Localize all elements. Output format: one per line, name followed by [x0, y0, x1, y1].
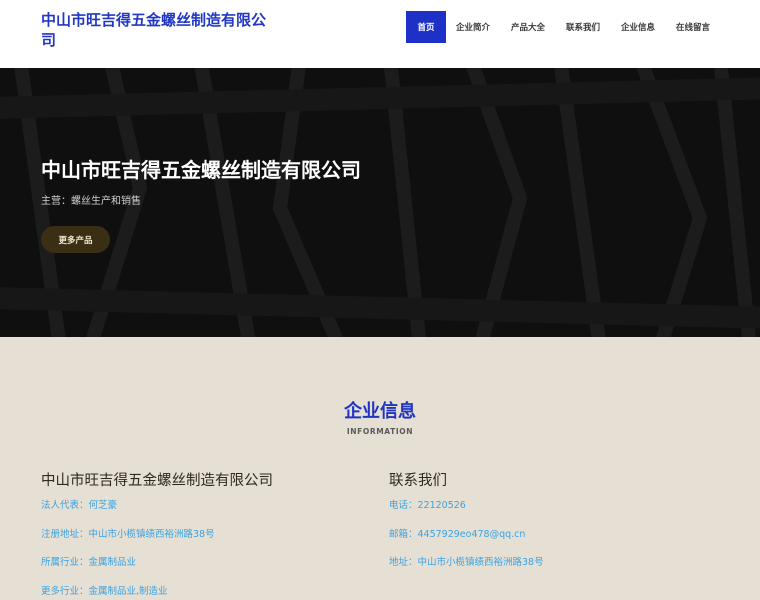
nav-item-home[interactable]: 首页: [406, 11, 446, 43]
industry[interactable]: 所属行业：金属制品业: [41, 549, 361, 578]
legal-representative[interactable]: 法人代表：何芝豪: [41, 492, 361, 521]
more-products-button[interactable]: 更多产品: [41, 226, 110, 253]
contact-heading: 联系我们: [389, 473, 447, 489]
hero-title: 中山市旺吉得五金螺丝制造有限公司: [41, 158, 361, 182]
email[interactable]: 邮箱：4457929eo478@qq.cn: [389, 521, 719, 550]
nav-item-company-info[interactable]: 企业信息: [610, 11, 666, 43]
nav-item-products[interactable]: 产品大全: [500, 11, 556, 43]
company-info-section: 企业信息 INFORMATION 中山市旺吉得五金螺丝制造有限公司 法人代表：何…: [0, 337, 760, 600]
nav-item-about[interactable]: 企业简介: [446, 11, 500, 43]
phone[interactable]: 电话：22120526: [389, 492, 719, 521]
contact-details: 联系我们 电话：22120526 邮箱：4457929eo478@qq.cn 地…: [389, 470, 719, 578]
address[interactable]: 地址：中山市小榄镇绩西裕洲路38号: [389, 549, 719, 578]
company-details: 中山市旺吉得五金螺丝制造有限公司 法人代表：何芝豪 注册地址：中山市小榄镇绩西裕…: [41, 470, 361, 600]
nav-item-message[interactable]: 在线留言: [666, 11, 720, 43]
hero-banner: 中山市旺吉得五金螺丝制造有限公司 主营：螺丝生产和销售 更多产品: [0, 68, 760, 337]
site-header: 中山市旺吉得五金螺丝制造有限公司 首页 企业简介 产品大全 联系我们 企业信息 …: [0, 0, 760, 68]
site-title[interactable]: 中山市旺吉得五金螺丝制造有限公司: [41, 10, 271, 50]
hero-subtitle: 主营：螺丝生产和销售: [41, 196, 141, 207]
section-subtitle: INFORMATION: [346, 427, 414, 436]
company-name-heading: 中山市旺吉得五金螺丝制造有限公司: [41, 473, 273, 489]
more-industries[interactable]: 更多行业：金属制品业,制造业: [41, 578, 361, 600]
nav-item-contact[interactable]: 联系我们: [556, 11, 610, 43]
registered-address[interactable]: 注册地址：中山市小榄镇绩西裕洲路38号: [41, 521, 361, 550]
section-title: 企业信息: [344, 401, 416, 422]
main-nav: 首页 企业简介 产品大全 联系我们 企业信息 在线留言: [406, 11, 720, 43]
